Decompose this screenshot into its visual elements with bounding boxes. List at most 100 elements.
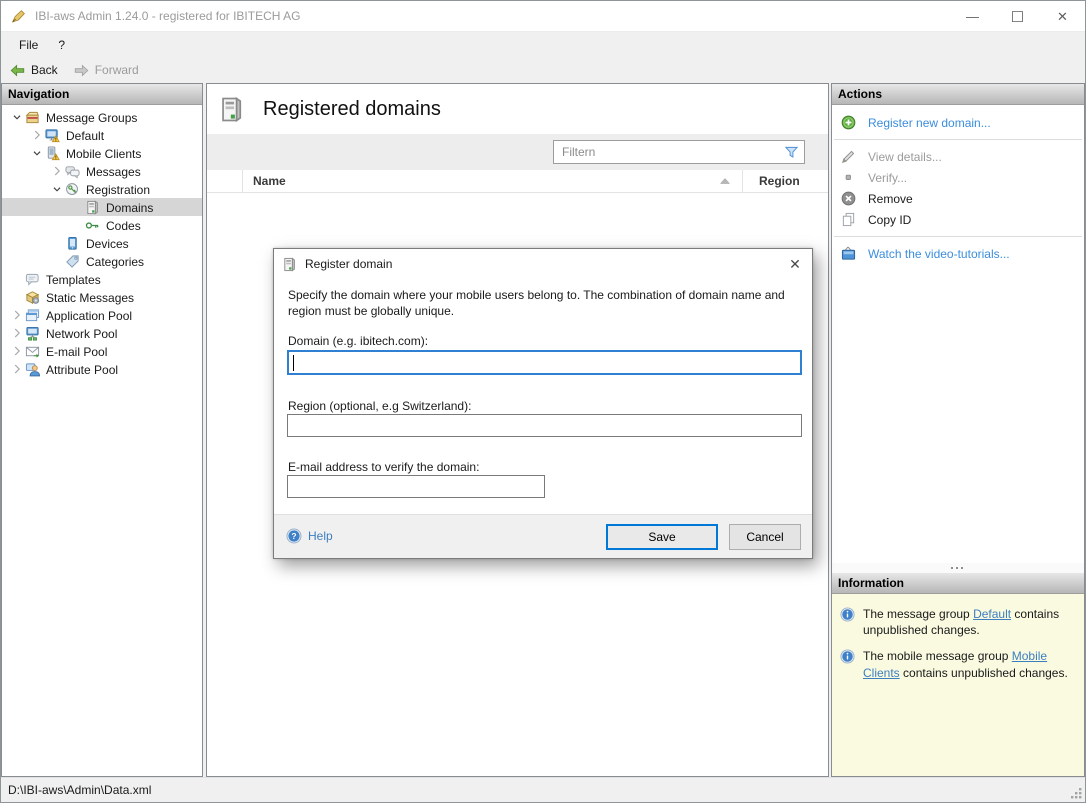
column-header-name[interactable]: Name [243,170,743,192]
actions-separator [834,139,1082,140]
navigation-tree: Message Groups DefaultMobile Clients Messa… [2,105,202,776]
sidebar-item-message-groups[interactable]: Message Groups [2,108,202,126]
sidebar-item-devices[interactable]: Devices [2,234,202,252]
action-copy-id[interactable]: Copy ID [832,209,1084,230]
mobile-warning-icon [45,146,63,161]
sidebar-item-application-pool[interactable]: Application Pool [2,306,202,324]
info-link-default[interactable]: Default [973,607,1011,621]
info-link-mobile-clients[interactable]: Mobile Clients [863,649,1047,679]
action-label: View details... [868,150,942,164]
sidebar-item-label: Categories [83,254,147,269]
template-bubble-icon [25,272,43,287]
table-header: Name Region [207,170,828,193]
sidebar-item-network-pool[interactable]: Network Pool [2,324,202,342]
info-icon [840,606,856,638]
info-text: The message group Default contains unpub… [863,606,1076,638]
sidebar-item-e-mail-pool[interactable]: E-mail Pool [2,342,202,360]
resize-grip-icon[interactable] [1070,787,1083,800]
sidebar-item-static-messages[interactable]: Static Messages [2,288,202,306]
maximize-button[interactable]: ☐ [995,1,1040,32]
chevron-down-icon[interactable] [28,146,45,160]
chevron-right-icon[interactable] [8,344,25,358]
monitor-warning-icon [45,128,63,143]
sidebar-item-default[interactable]: Default [2,126,202,144]
dialog-server-icon [282,257,297,272]
region-input[interactable] [288,415,801,436]
action-verify[interactable]: Verify... [832,167,1084,188]
sidebar-item-messages[interactable]: Messages [2,162,202,180]
region-field [287,414,802,437]
info-item: The mobile message group Mobile Clients … [840,648,1076,680]
sidebar-item-codes[interactable]: Codes [2,216,202,234]
email-input[interactable] [288,476,544,497]
menu-item-file[interactable]: File [9,35,48,55]
action-watch-the-video-tutorials[interactable]: Watch the video-tutorials... [832,243,1084,264]
register-domain-dialog: Register domain ✕ Specify the domain whe… [273,248,813,559]
forward-button[interactable]: Forward [74,63,139,78]
action-register-new-domain[interactable]: Register new domain... [832,112,1084,133]
chevron-right-icon[interactable] [8,326,25,340]
filter-box [553,140,805,164]
column-header-blank [207,170,243,192]
region-field-label: Region (optional, e.g Switzerland): [288,399,471,413]
sidebar-item-label: Network Pool [43,326,120,341]
dialog-titlebar: Register domain ✕ [274,249,812,279]
dialog-close-icon[interactable]: ✕ [778,249,812,279]
filter-funnel-icon[interactable] [784,145,799,160]
save-button[interactable]: Save [606,524,718,550]
chevron-right-icon[interactable] [48,164,65,178]
sidebar-item-label: Registration [83,182,153,197]
help-link[interactable]: ? Help [286,528,333,544]
actions-list: Register new domain... View details... Ver… [832,105,1084,563]
sort-ascending-icon [720,178,730,184]
menu-item-[interactable]: ? [48,35,75,55]
action-label: Verify... [868,171,907,185]
sidebar-item-registration[interactable]: Registration [2,180,202,198]
chevron-down-icon[interactable] [48,182,65,196]
message-groups-icon [25,110,43,125]
sidebar-item-label: Application Pool [43,308,135,323]
filter-input[interactable] [562,145,784,159]
domain-input[interactable] [289,352,800,373]
email-field-label: E-mail address to verify the domain: [288,460,479,474]
titlebar: IBI-aws Admin 1.24.0 - registered for IB… [1,1,1085,32]
forward-label: Forward [95,63,139,77]
sidebar-item-label: Default [63,128,107,143]
menubar: File? [1,33,1085,57]
sidebar-item-domains[interactable]: Domains [2,198,202,216]
statusbar: D:\IBI-aws\Admin\Data.xml [1,777,1085,802]
back-button[interactable]: Back [10,63,58,78]
sidebar-item-categories[interactable]: Categories [2,252,202,270]
sidebar-item-label: Messages [83,164,144,179]
chevron-right-icon[interactable] [8,362,25,376]
action-remove[interactable]: Remove [832,188,1084,209]
key-icon [85,218,103,233]
close-button[interactable]: ✕ [1040,1,1085,32]
sidebar-item-label: Static Messages [43,290,137,305]
info-icon [840,648,856,680]
minimize-button[interactable]: — [950,1,995,32]
page-title: Registered domains [263,98,441,121]
add-circle-icon [841,115,858,130]
server-icon [85,200,103,215]
forward-arrow-icon [74,63,89,78]
actions-separator [834,236,1082,237]
info-item: The message group Default contains unpub… [840,606,1076,638]
person-icon [25,362,43,377]
column-header-region[interactable]: Region [743,170,828,192]
chevron-down-icon[interactable] [8,110,25,124]
action-view-details[interactable]: View details... [832,146,1084,167]
chevron-right-icon[interactable] [28,128,45,142]
cancel-button[interactable]: Cancel [729,524,801,550]
dialog-footer: ? Help Save Cancel [274,514,812,558]
main-title-row: Registered domains [207,84,828,134]
svg-text:?: ? [291,531,296,541]
splitter-grip[interactable] [832,563,1084,573]
sidebar-item-templates[interactable]: Templates [2,270,202,288]
toolbar: Back Forward [1,57,1085,83]
sidebar-item-attribute-pool[interactable]: Attribute Pool [2,360,202,378]
sidebar-item-mobile-clients[interactable]: Mobile Clients [2,144,202,162]
messages-icon [65,164,83,179]
registered-domains-icon [218,94,245,125]
chevron-right-icon[interactable] [8,308,25,322]
